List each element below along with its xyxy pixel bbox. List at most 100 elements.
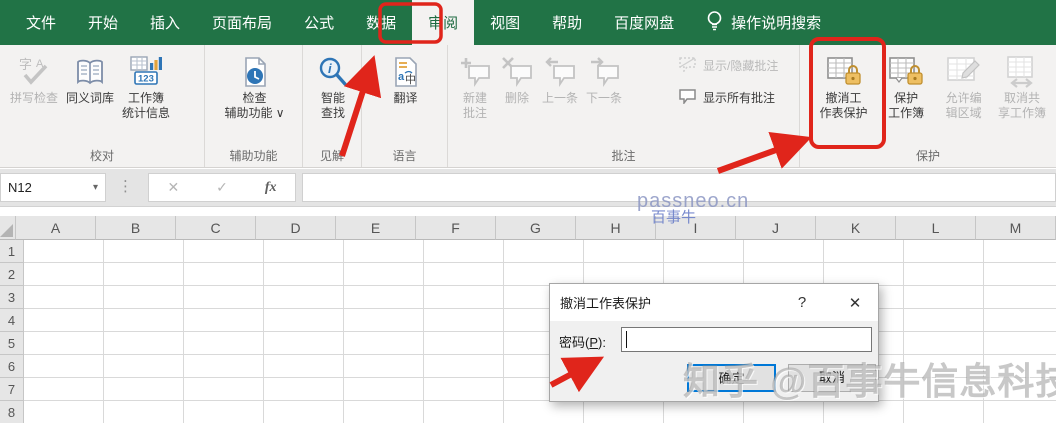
cell-I1[interactable]	[664, 240, 744, 263]
tab-百度网盘[interactable]: 百度网盘	[598, 0, 690, 45]
cell-C5[interactable]	[184, 332, 264, 355]
cell-E5[interactable]	[344, 332, 424, 355]
row-header-2[interactable]: 2	[0, 263, 24, 286]
cell-A2[interactable]	[24, 263, 104, 286]
column-header-J[interactable]: J	[736, 216, 816, 240]
row-header-4[interactable]: 4	[0, 309, 24, 332]
cell-F4[interactable]	[424, 309, 504, 332]
delete-comment-button[interactable]: 删除	[496, 50, 538, 109]
column-header-L[interactable]: L	[896, 216, 976, 240]
cell-D7[interactable]	[264, 378, 344, 401]
cell-A4[interactable]	[24, 309, 104, 332]
cell-A1[interactable]	[24, 240, 104, 263]
tab-页面布局[interactable]: 页面布局	[196, 0, 288, 45]
allow-edit-ranges-button[interactable]: 允许编 辑区域	[935, 50, 992, 124]
confirm-entry-icon[interactable]: ✓	[216, 179, 228, 196]
tab-文件[interactable]: 文件	[10, 0, 72, 45]
name-box-dropdown-icon[interactable]: ▾	[93, 182, 98, 193]
cell-C3[interactable]	[184, 286, 264, 309]
cell-M3[interactable]	[984, 286, 1056, 309]
cell-L2[interactable]	[904, 263, 984, 286]
tab-数据[interactable]: 数据	[350, 0, 412, 45]
cell-M4[interactable]	[984, 309, 1056, 332]
password-input[interactable]	[621, 327, 872, 352]
cell-B7[interactable]	[104, 378, 184, 401]
tab-插入[interactable]: 插入	[134, 0, 196, 45]
tab-审阅[interactable]: 审阅	[412, 0, 475, 45]
cell-E2[interactable]	[344, 263, 424, 286]
cell-A7[interactable]	[24, 378, 104, 401]
cell-B1[interactable]	[104, 240, 184, 263]
name-box[interactable]: N12 ▾	[0, 173, 106, 202]
cell-E4[interactable]	[344, 309, 424, 332]
cell-F8[interactable]	[424, 401, 504, 423]
cell-F2[interactable]	[424, 263, 504, 286]
insert-function-icon[interactable]: fx	[265, 180, 277, 196]
cell-B8[interactable]	[104, 401, 184, 423]
check-accessibility-button[interactable]: 检查 辅助功能 ∨	[220, 50, 288, 124]
smart-lookup-button[interactable]: i 智能 查找	[313, 50, 353, 124]
cell-D6[interactable]	[264, 355, 344, 378]
cell-B2[interactable]	[104, 263, 184, 286]
cell-A3[interactable]	[24, 286, 104, 309]
cell-D8[interactable]	[264, 401, 344, 423]
dialog-help-button[interactable]: ?	[787, 284, 817, 321]
cell-L1[interactable]	[904, 240, 984, 263]
cell-D2[interactable]	[264, 263, 344, 286]
cell-L3[interactable]	[904, 286, 984, 309]
protect-workbook-button[interactable]: 保护 工作簿	[877, 50, 935, 124]
cell-H8[interactable]	[584, 401, 664, 423]
column-header-F[interactable]: F	[416, 216, 496, 240]
cell-A8[interactable]	[24, 401, 104, 423]
cell-A5[interactable]	[24, 332, 104, 355]
tab-开始[interactable]: 开始	[72, 0, 134, 45]
cell-F3[interactable]	[424, 286, 504, 309]
cell-F5[interactable]	[424, 332, 504, 355]
new-comment-button[interactable]: 新建 批注	[454, 50, 496, 124]
cell-L4[interactable]	[904, 309, 984, 332]
cell-H1[interactable]	[584, 240, 664, 263]
row-header-5[interactable]: 5	[0, 332, 24, 355]
cell-M2[interactable]	[984, 263, 1056, 286]
row-header-1[interactable]: 1	[0, 240, 24, 263]
cell-B3[interactable]	[104, 286, 184, 309]
cell-A6[interactable]	[24, 355, 104, 378]
row-header-7[interactable]: 7	[0, 378, 24, 401]
cell-G8[interactable]	[504, 401, 584, 423]
row-header-6[interactable]: 6	[0, 355, 24, 378]
cell-E6[interactable]	[344, 355, 424, 378]
cell-K1[interactable]	[824, 240, 904, 263]
select-all-corner[interactable]	[0, 216, 16, 240]
cell-C2[interactable]	[184, 263, 264, 286]
cell-D5[interactable]	[264, 332, 344, 355]
cell-D3[interactable]	[264, 286, 344, 309]
column-header-B[interactable]: B	[96, 216, 176, 240]
cell-D4[interactable]	[264, 309, 344, 332]
cell-B5[interactable]	[104, 332, 184, 355]
show-hide-comment-button[interactable]: 显示/隐藏批注	[678, 56, 778, 75]
cell-F6[interactable]	[424, 355, 504, 378]
cell-F7[interactable]	[424, 378, 504, 401]
cell-D1[interactable]	[264, 240, 344, 263]
unprotect-sheet-button[interactable]: 撤消工 作表保护	[810, 50, 877, 124]
unshare-workbook-button[interactable]: 取消共 享工作簿	[992, 50, 1052, 124]
workbook-stats-button[interactable]: 123 工作簿 统计信息	[118, 50, 174, 124]
cell-C7[interactable]	[184, 378, 264, 401]
cell-C1[interactable]	[184, 240, 264, 263]
cell-C4[interactable]	[184, 309, 264, 332]
cancel-entry-icon[interactable]: ✕	[167, 179, 179, 196]
tab-公式[interactable]: 公式	[288, 0, 350, 45]
cell-B6[interactable]	[104, 355, 184, 378]
cell-F1[interactable]	[424, 240, 504, 263]
cell-C8[interactable]	[184, 401, 264, 423]
column-header-A[interactable]: A	[16, 216, 96, 240]
tell-me-search[interactable]: 操作说明搜索	[706, 10, 821, 36]
column-header-K[interactable]: K	[816, 216, 896, 240]
cell-M1[interactable]	[984, 240, 1056, 263]
row-header-8[interactable]: 8	[0, 401, 24, 423]
cell-E7[interactable]	[344, 378, 424, 401]
previous-comment-button[interactable]: 上一条	[538, 50, 582, 109]
dialog-close-icon[interactable]: ✕	[836, 284, 874, 321]
cell-C6[interactable]	[184, 355, 264, 378]
cell-G1[interactable]	[504, 240, 584, 263]
